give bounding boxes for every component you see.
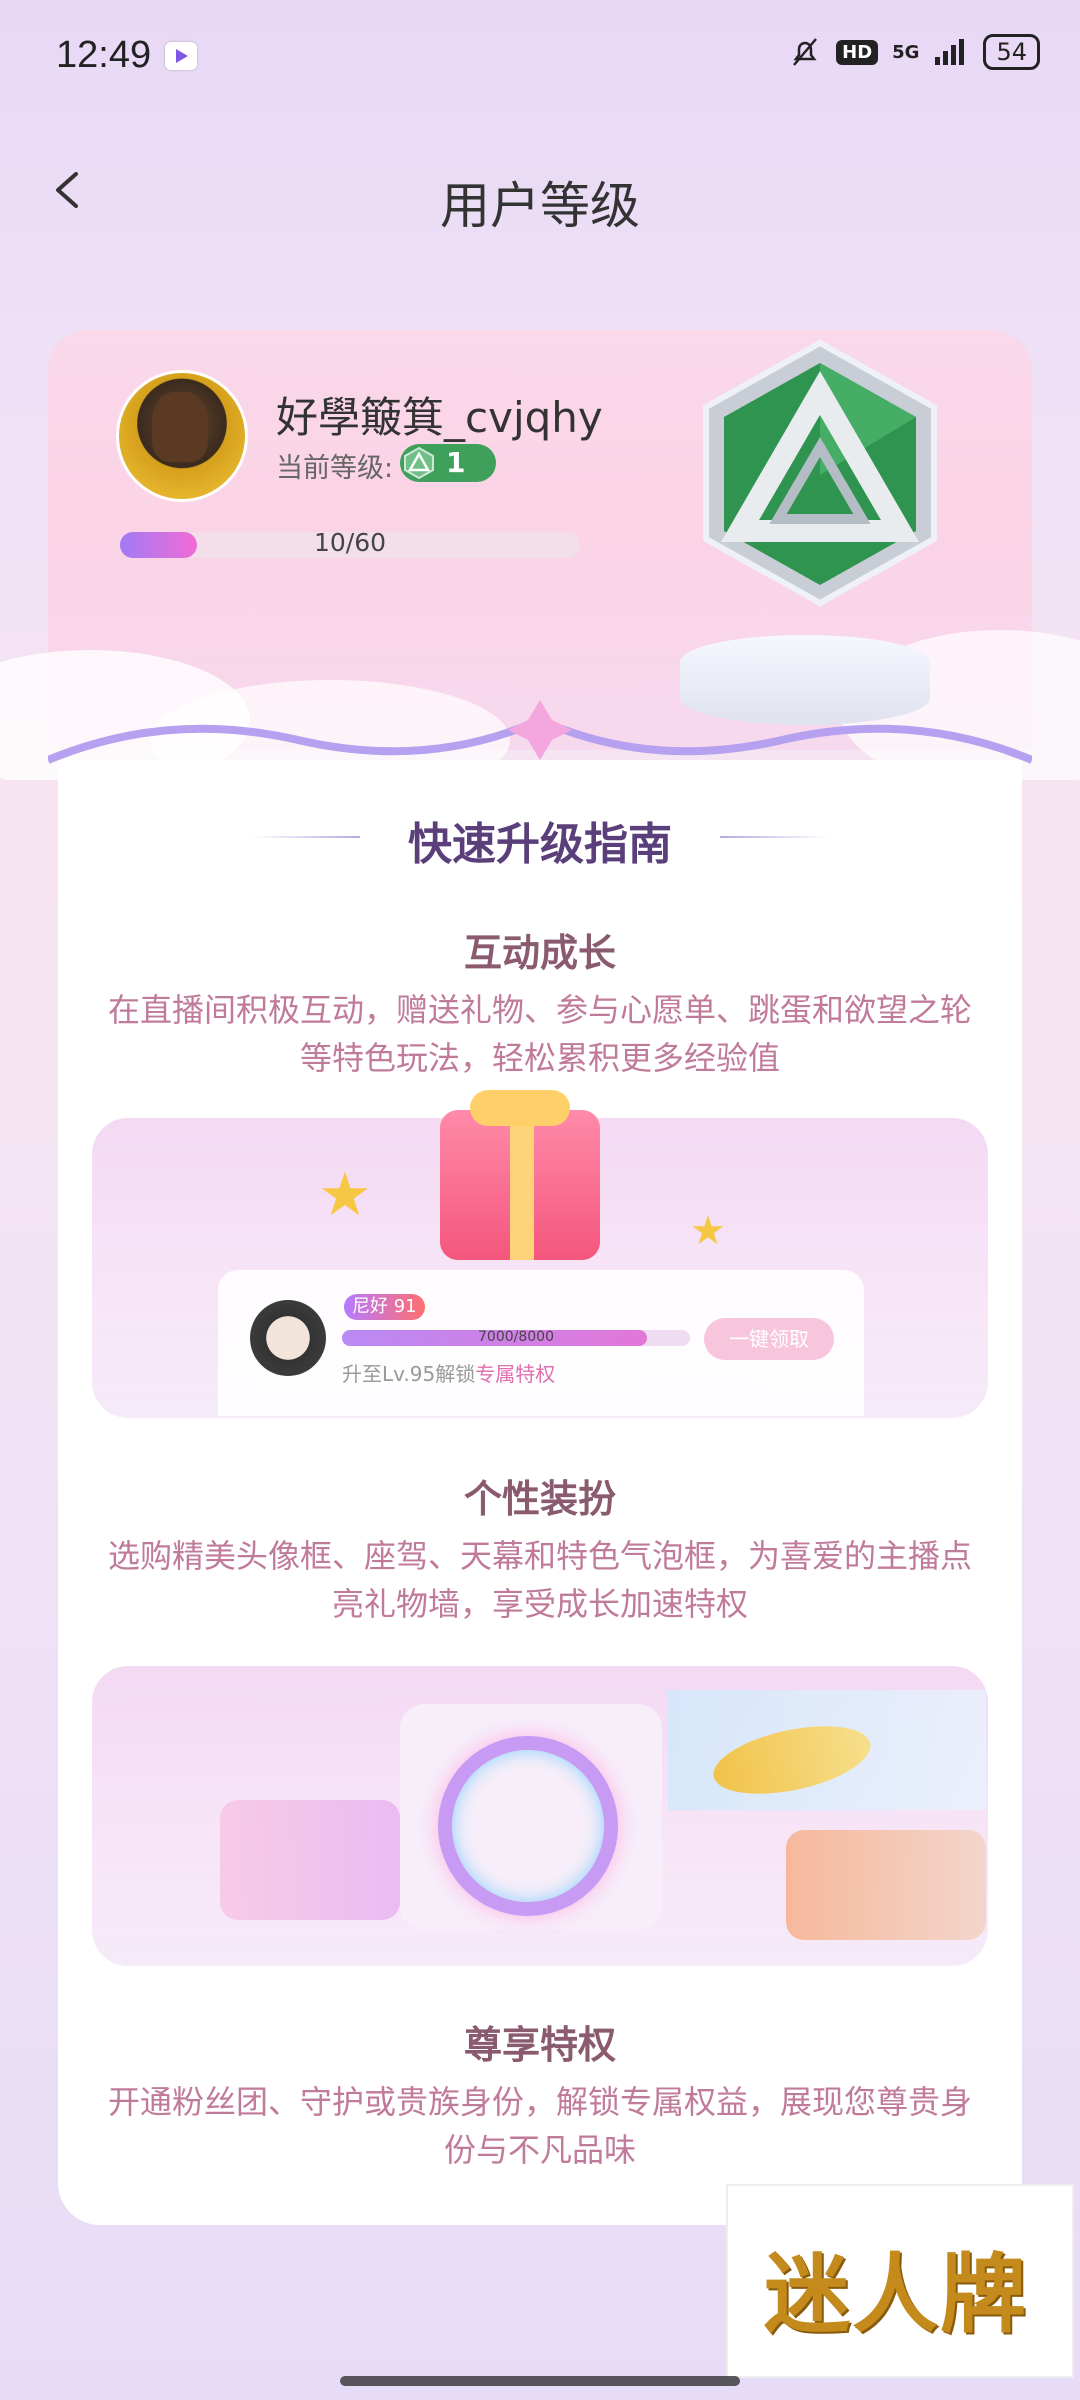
status-indicators: HD 5G 54 [788, 34, 1040, 70]
level-number: 1 [446, 446, 466, 479]
mute-bell-icon [793, 38, 818, 66]
example-progress-text: 7000/8000 [478, 1329, 554, 1345]
gift-bow [470, 1090, 570, 1126]
avatar-frame-ring [438, 1736, 618, 1916]
hd-icon: HD [836, 39, 879, 65]
exp-progress-text: 10/60 [313, 528, 387, 557]
network-label: 5G [892, 41, 920, 63]
signal-icon [935, 39, 965, 65]
section-title-privilege: 尊享特权 [463, 2023, 616, 2067]
home-indicator[interactable] [340, 2376, 740, 2386]
section-desc-interaction: 在直播间积极互动，赠送礼物、参与心愿单、跳蛋和欲望之轮等特色玩法，轻松累积更多经… [107, 991, 972, 1077]
example-nickname-badge: 尼好 91 [344, 1294, 425, 1320]
section-desc-dressup: 选购精美头像框、座驾、天幕和特色气泡框，为喜爱的主播点亮礼物墙，享受成长加速特权 [107, 1537, 972, 1623]
avatar-figure [152, 392, 208, 462]
page-title: 用户等级 [440, 177, 640, 235]
example-avatar [250, 1300, 326, 1376]
section-desc-privilege: 开通粉丝团、守护或贵族身份，解锁专属权益，展现您尊贵身份与不凡品味 [107, 2083, 972, 2169]
status-time: 12:49 [56, 34, 152, 76]
media-notification-icon [165, 42, 197, 70]
bubble-frame-decoration [786, 1830, 986, 1940]
guide-title: 快速升级指南 [408, 819, 672, 870]
star-icon: ★ [318, 1160, 372, 1230]
title-deco-right [720, 836, 830, 838]
example-claim-button: 一键领取 [704, 1318, 834, 1360]
watermark-text: 迷人牌 [764, 2244, 1028, 2345]
section-title-interaction: 互动成长 [463, 931, 616, 975]
username: 好學簸箕_cvjqhy [276, 393, 603, 442]
unlock-prefix: 升至Lv.95解锁 [342, 1362, 476, 1386]
star-icon: ★ [690, 1208, 726, 1254]
level-badge: 1 [400, 444, 496, 482]
example-unlock-text: 升至Lv.95解锁专属特权 [342, 1358, 555, 1387]
battery-indicator: 54 [983, 34, 1040, 70]
bubble-frame-decoration [220, 1800, 400, 1920]
level-emblem-large-icon [703, 339, 937, 607]
unlock-highlight: 专属特权 [475, 1362, 556, 1386]
watermark-logo: 迷人牌 [726, 2184, 1074, 2378]
status-bar: 12:49 HD 5G 54 [0, 0, 1080, 110]
section-title-dressup: 个性装扮 [463, 1477, 616, 1521]
level-label: 当前等级: [276, 453, 394, 484]
title-deco-left [250, 836, 360, 838]
level-emblem-icon [404, 446, 434, 480]
ribbon-decoration [48, 700, 1032, 764]
